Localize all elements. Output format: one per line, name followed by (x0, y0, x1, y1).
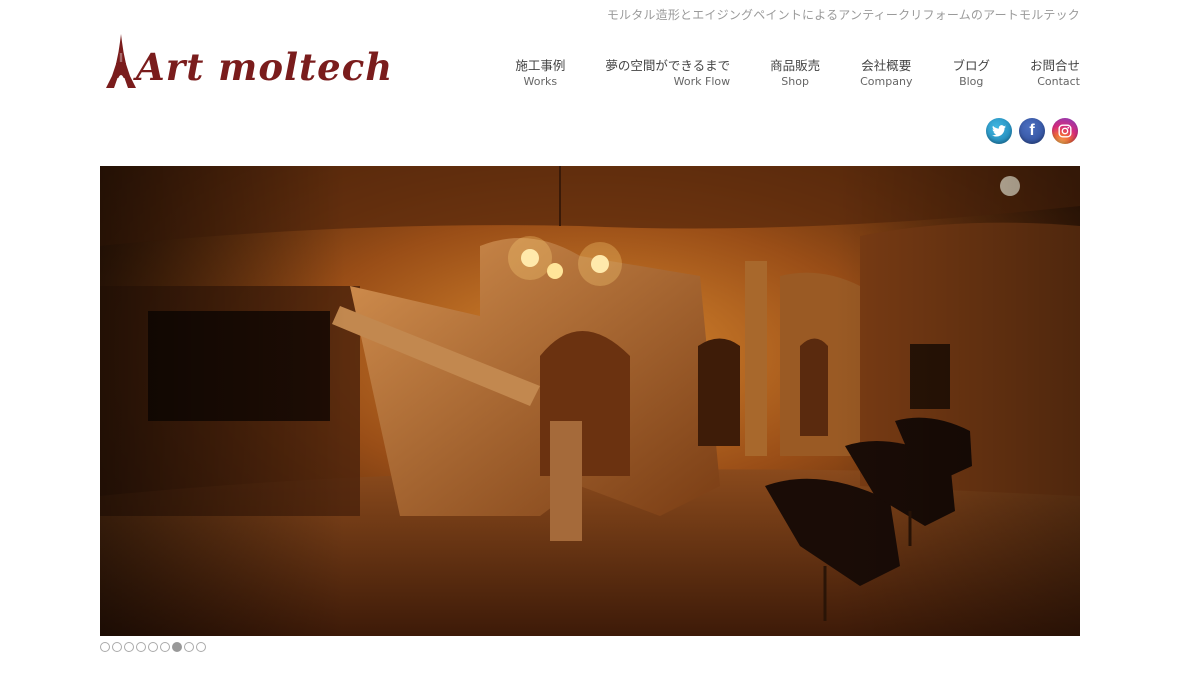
nav-label-jp: ブログ (952, 58, 990, 73)
nav-item-company[interactable]: 会社概要 Company (860, 58, 912, 89)
eiffel-tower-logo-icon (106, 34, 136, 88)
main-navigation: 施工事例 Works 夢の空間ができるまで Work Flow 商品販売 Sho… (515, 58, 1080, 89)
nav-item-contact[interactable]: お問合せ Contact (1030, 58, 1080, 89)
slider-dot[interactable] (184, 642, 194, 652)
facebook-icon[interactable]: f (1019, 118, 1045, 144)
nav-label-en: Blog (959, 75, 984, 88)
nav-label-en: Work Flow (673, 75, 731, 88)
site-tagline: モルタル造形とエイジングペイントによるアンティークリフォームのアートモルテック (606, 8, 1080, 22)
slider-dot[interactable] (160, 642, 170, 652)
nav-label-jp: お問合せ (1029, 58, 1080, 73)
slider-dot[interactable] (112, 642, 122, 652)
nav-item-work-flow[interactable]: 夢の空間ができるまで Work Flow (605, 58, 730, 89)
slider-dot[interactable] (148, 642, 158, 652)
nav-item-blog[interactable]: ブログ Blog (952, 58, 990, 89)
nav-label-jp: 商品販売 (770, 58, 821, 73)
nav-label-jp: 夢の空間ができるまで (605, 58, 731, 73)
facebook-glyph: f (1029, 122, 1035, 139)
nav-label-en: Contact (1037, 75, 1080, 88)
instagram-icon[interactable] (1052, 118, 1078, 144)
slider-dot[interactable] (196, 642, 206, 652)
logo-wordmark: Art moltech (136, 45, 394, 89)
slider-dot[interactable] (100, 642, 110, 652)
site-logo[interactable]: Art moltech (104, 30, 393, 90)
nav-label-jp: 施工事例 (515, 58, 566, 73)
slider-dot[interactable] (172, 642, 182, 652)
nav-item-works[interactable]: 施工事例 Works (515, 58, 565, 89)
nav-label-en: Company (860, 75, 913, 88)
slider-pagination (100, 642, 206, 652)
slider-dot[interactable] (136, 642, 146, 652)
nav-label-en: Works (523, 75, 558, 88)
hero-slider-image[interactable] (100, 166, 1080, 636)
nav-label-jp: 会社概要 (861, 58, 912, 73)
slider-dot[interactable] (124, 642, 134, 652)
nav-item-shop[interactable]: 商品販売 Shop (770, 58, 820, 89)
twitter-icon[interactable] (986, 118, 1012, 144)
nav-label-en: Shop (781, 75, 809, 88)
social-links: f (986, 118, 1078, 144)
